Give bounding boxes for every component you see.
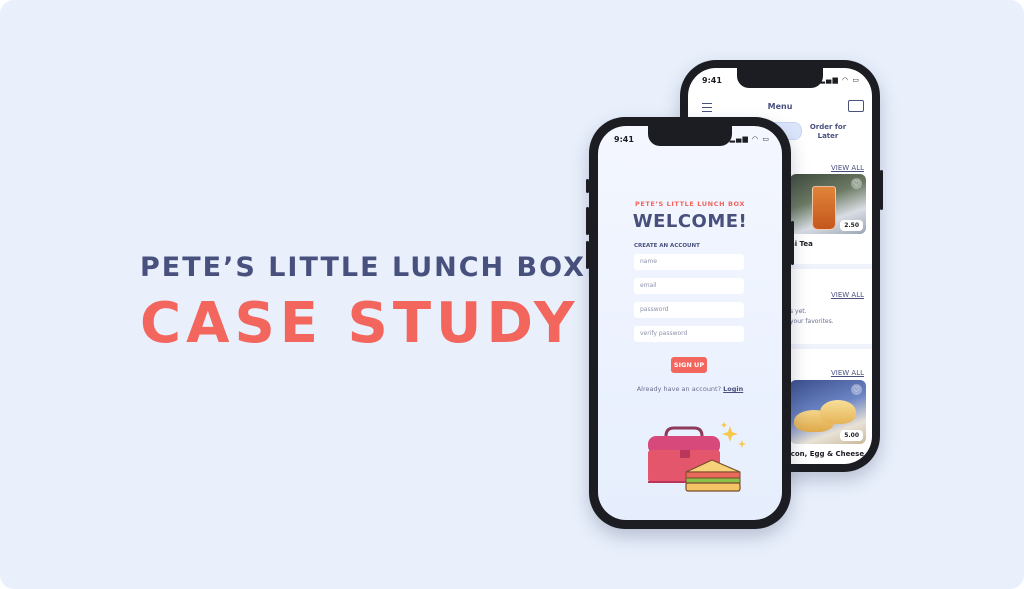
- login-link[interactable]: Login: [723, 385, 743, 393]
- sandwich-shape: [820, 400, 856, 424]
- phone-notch: [737, 68, 823, 88]
- status-icons: ▂▄▆ ◠ ▭: [819, 76, 860, 84]
- phone-power-button: [791, 221, 794, 265]
- order-for-later-label[interactable]: Order for Later: [804, 123, 852, 141]
- thai-tea-photo[interactable]: ♡ 2.50: [790, 174, 866, 234]
- brand-name: PETE’S LITTLE LUNCH BOX: [634, 200, 746, 208]
- favorites-empty-text: s yet.: [790, 308, 807, 315]
- email-field[interactable]: email: [634, 278, 744, 294]
- sign-up-button[interactable]: SIGN UP: [671, 357, 707, 373]
- login-prompt: Already have an account? Login: [598, 385, 782, 393]
- case-study-heading: CASE STUDY: [140, 291, 580, 356]
- item-name: acon, Egg & Cheese: [786, 450, 865, 458]
- favorites-empty-text: your favorites.: [790, 318, 834, 325]
- create-account-label: CREATE AN ACCOUNT: [634, 243, 700, 249]
- name-field[interactable]: name: [634, 254, 744, 270]
- phone-silent-switch: [586, 179, 589, 193]
- status-time: 9:41: [614, 135, 634, 144]
- view-all-link[interactable]: VIEW ALL: [831, 291, 864, 299]
- welcome-heading: WELCOME!: [632, 211, 748, 232]
- project-title: PETE’S LITTLE LUNCH BOX:: [140, 252, 599, 283]
- iced-tea-cup: [812, 186, 836, 230]
- status-icons: ▂▄▆ ◠ ▭: [729, 135, 770, 143]
- front-phone-mockup: 9:41 ▂▄▆ ◠ ▭ PETE’S LITTLE LUNCH BOX WEL…: [586, 117, 794, 529]
- view-all-link[interactable]: VIEW ALL: [831, 164, 864, 172]
- lunchbox-icon[interactable]: [848, 100, 864, 112]
- lunchbox-illustration: [648, 422, 746, 492]
- phone-power-button: [880, 170, 883, 210]
- sandwich-photo[interactable]: ♡ 5.00: [790, 380, 866, 444]
- menu-title: Menu: [767, 102, 793, 111]
- hero-banner: PETE’S LITTLE LUNCH BOX: CASE STUDY 9:41…: [0, 0, 1024, 589]
- phone-volume-button: [586, 241, 589, 269]
- view-all-link[interactable]: VIEW ALL: [831, 369, 864, 377]
- status-time: 9:41: [702, 76, 722, 85]
- price-tag: 5.00: [840, 430, 863, 441]
- favorite-heart-icon[interactable]: ♡: [851, 384, 862, 395]
- verify-password-field[interactable]: verify password: [634, 326, 744, 342]
- sparkle-icon: [721, 422, 746, 448]
- phone-notch: [648, 126, 732, 146]
- login-prompt-text: Already have an account?: [636, 385, 722, 393]
- favorite-heart-icon[interactable]: ♡: [851, 178, 862, 189]
- signup-screen: 9:41 ▂▄▆ ◠ ▭ PETE’S LITTLE LUNCH BOX WEL…: [598, 126, 782, 520]
- price-tag: 2.50: [840, 220, 863, 231]
- phone-volume-button: [586, 207, 589, 235]
- password-field[interactable]: password: [634, 302, 744, 318]
